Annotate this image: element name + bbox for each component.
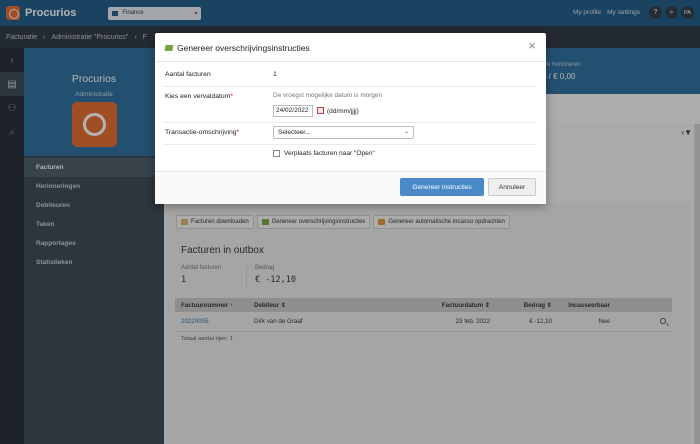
transaction-description-label-text: Transactie-omschrijving xyxy=(165,129,237,136)
due-date-input[interactable]: 24/02/2022 xyxy=(273,105,313,117)
invoice-count-value: 1 xyxy=(273,71,277,78)
close-icon[interactable]: × xyxy=(528,39,536,53)
divider xyxy=(163,144,536,145)
select-value: Selecteer... xyxy=(278,129,311,136)
transaction-description-select[interactable]: Selecteer... ⌄ xyxy=(273,126,414,139)
chevron-down-icon: ⌄ xyxy=(403,129,409,135)
transaction-description-label: Transactie-omschrijving* xyxy=(165,129,239,136)
dialog-title: Genereer overschrijvingsinstructies xyxy=(177,43,310,53)
required-marker: * xyxy=(236,129,240,136)
required-marker: * xyxy=(230,93,234,100)
due-date-label-text: Kies een vervaldatum xyxy=(165,93,231,100)
due-date-hint: De vroegst mogelijke datum is morgen xyxy=(273,92,383,99)
cancel-button[interactable]: Annuleer xyxy=(488,178,536,196)
generate-instructions-dialog: Genereer overschrijvingsinstructies × Aa… xyxy=(155,33,546,204)
move-to-open-checkbox[interactable] xyxy=(273,150,280,157)
transfer-icon xyxy=(164,45,174,51)
calendar-icon[interactable] xyxy=(317,107,324,114)
move-to-open-label[interactable]: Verplaats facturen naar "Open" xyxy=(284,150,375,157)
divider xyxy=(163,86,536,87)
invoice-count-label: Aantal facturen xyxy=(165,71,211,78)
dialog-footer: Genereer instructies Annuleer xyxy=(155,171,546,204)
divider xyxy=(163,122,536,123)
date-format-hint: (dd/mm/jjjj) xyxy=(327,108,359,115)
divider xyxy=(155,61,546,62)
due-date-label: Kies een vervaldatum* xyxy=(165,93,233,100)
generate-instructions-button[interactable]: Genereer instructies xyxy=(400,178,484,196)
dialog-header: Genereer overschrijvingsinstructies xyxy=(164,43,310,53)
